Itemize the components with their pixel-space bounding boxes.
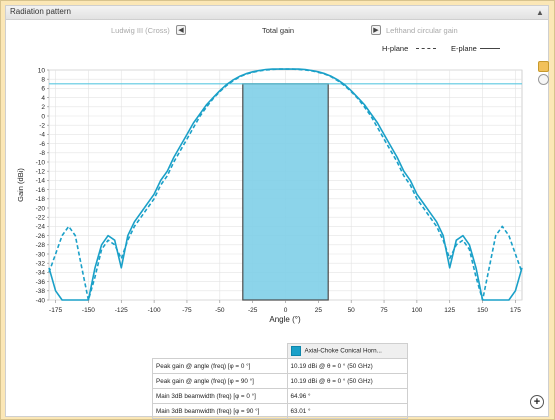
- x-tick-label: 175: [510, 307, 521, 314]
- x-tick-label: -100: [148, 307, 161, 314]
- y-tick-label: -20: [36, 205, 46, 212]
- y-tick-label: -30: [36, 251, 46, 258]
- row-value: 64.96 °: [286, 388, 408, 404]
- y-tick-label: 4: [41, 95, 45, 102]
- radiation-chart: 10 8 6 4 2 0 -2 -4 -6 -8 -10 -12 -14 -16 -18 -20 -22 -24 -…: [16, 67, 523, 324]
- settings-icon[interactable]: [538, 61, 549, 72]
- table-header-row: Axial-Choke Conical Horn...: [153, 343, 408, 359]
- y-tick-label: -6: [39, 141, 45, 148]
- table-row: Peak gain @ angle (freq) [φ = 0 °] 10.19…: [152, 358, 408, 374]
- x-tick-label: 25: [315, 307, 323, 314]
- y-tick-label: 10: [38, 67, 46, 74]
- x-tick-label: -125: [115, 307, 128, 314]
- series-swatch: [290, 346, 301, 356]
- x-tick-label: 50: [348, 307, 356, 314]
- table-column-header: Axial-Choke Conical Horn...: [286, 343, 408, 359]
- row-label: Main 3dB beamwidth (freq) [φ = 0 °]: [152, 388, 288, 404]
- table-row: Main 3dB beamwidth (freq) [φ = 0 °] 64.9…: [152, 388, 408, 404]
- x-tick-label: -150: [82, 307, 95, 314]
- y-tick-label: 0: [41, 113, 45, 120]
- y-tick-label: -8: [39, 150, 45, 157]
- table-corner: [153, 344, 288, 359]
- y-tick-label: -38: [36, 288, 46, 295]
- table-row: Peak gain @ angle (freq) [φ = 90 °] 10.1…: [152, 373, 408, 389]
- app-frame: Radiation pattern ▲ Ludwig III (Cross) ◀…: [0, 0, 555, 420]
- y-tick-label: 6: [41, 86, 45, 93]
- row-label: Peak gain @ angle (freq) [φ = 90 °]: [152, 373, 288, 389]
- row-value: 63.01 °: [286, 403, 408, 419]
- y-axis-label: Gain (dBi): [16, 168, 25, 202]
- y-tick-label: -22: [36, 215, 46, 222]
- x-tick-label: -50: [215, 307, 225, 314]
- y-tick-label: -18: [36, 196, 46, 203]
- row-value: 10.19 dBi @ θ = 0 ° (50 GHz): [286, 373, 408, 389]
- y-tick-label: -2: [39, 123, 45, 130]
- y-tick-label: -36: [36, 279, 46, 286]
- x-axis-label: Angle (°): [269, 315, 301, 324]
- column-header-text: Axial-Choke Conical Horn...: [304, 347, 382, 355]
- y-tick-label: -16: [36, 187, 46, 194]
- y-tick-labels: 10 8 6 4 2 0 -2 -4 -6 -8 -10 -12 -14 -16 -18 -20 -22 -24 -…: [36, 67, 49, 304]
- x-tick-label: 100: [411, 307, 422, 314]
- x-tick-label: -175: [49, 307, 62, 314]
- row-label: Peak gain @ angle (freq) [φ = 0 °]: [152, 358, 288, 374]
- x-tick-labels: -175 -150 -125 -100 -75 -50 -25 0 25 50 75 100 125 15…: [49, 300, 521, 314]
- y-tick-label: -28: [36, 242, 46, 249]
- y-tick-label: -26: [36, 233, 46, 240]
- y-tick-label: -40: [36, 297, 46, 304]
- y-tick-label: 8: [41, 77, 45, 84]
- highlight-band: [242, 83, 329, 301]
- y-tick-label: -24: [36, 224, 46, 231]
- row-label: Main 3dB beamwidth (freq) [φ = 90 °]: [152, 403, 288, 419]
- x-tick-label: 125: [444, 307, 455, 314]
- x-tick-label: -75: [182, 307, 192, 314]
- stats-table: Axial-Choke Conical Horn... Peak gain @ …: [152, 343, 408, 419]
- x-tick-label: -25: [248, 307, 258, 314]
- y-tick-label: -12: [36, 169, 46, 176]
- row-value: 10.19 dBi @ θ = 0 ° (50 GHz): [286, 358, 408, 374]
- x-tick-label: 75: [380, 307, 388, 314]
- table-row: Main 3dB beamwidth (freq) [φ = 90 °] 63.…: [152, 403, 408, 419]
- y-tick-label: 2: [41, 104, 45, 111]
- x-tick-label: 0: [284, 307, 288, 314]
- info-icon[interactable]: [538, 74, 549, 85]
- y-tick-label: -32: [36, 261, 46, 268]
- y-tick-label: -14: [36, 178, 46, 185]
- add-icon[interactable]: +: [530, 395, 544, 409]
- y-tick-label: -34: [36, 270, 46, 277]
- y-tick-label: -4: [39, 132, 45, 139]
- x-tick-label: 150: [477, 307, 488, 314]
- y-tick-label: -10: [36, 159, 46, 166]
